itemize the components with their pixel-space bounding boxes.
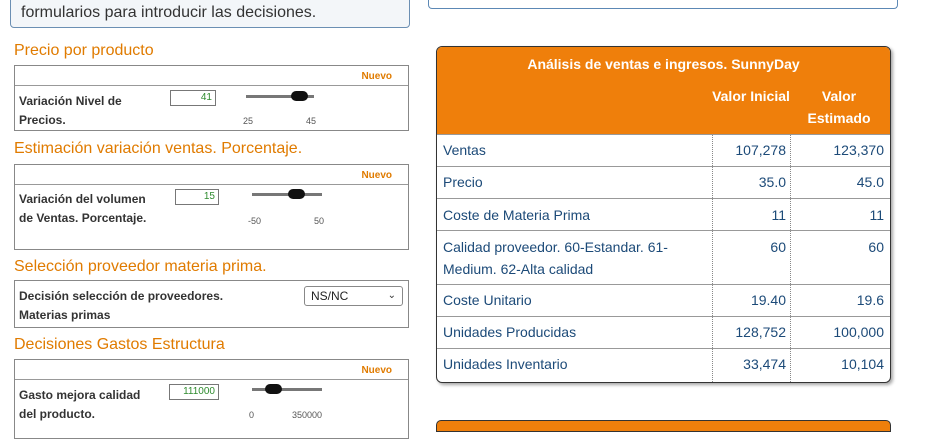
table-title: Análisis de ventas e ingresos. SunnyDay [527, 56, 800, 72]
section-title-precio: Precio por producto [14, 42, 154, 59]
row-inicial: 35.0 [758, 174, 786, 190]
panel-proveedor: Decisión selección de proveedores. Mater… [14, 280, 409, 328]
row-estimado: 100,000 [833, 324, 884, 340]
row-label: Unidades Inventario [443, 356, 568, 372]
table-row: Ventas 107,278 123,370 [437, 134, 890, 166]
row-inicial: 33,474 [743, 356, 786, 372]
row-estimado: 10,104 [841, 356, 884, 372]
row-label: Coste de Materia Prima [443, 207, 591, 223]
sales-analysis-table: Análisis de ventas e ingresos. SunnyDay … [436, 46, 891, 383]
col-valor-estimado: Valor Estimado [807, 88, 871, 126]
ventas-slider-max: 50 [314, 216, 325, 226]
chevron-down-icon: ⌄ [387, 290, 396, 301]
gastos-label: Gasto mejora calidad del producto. [19, 388, 141, 421]
precio-slider-thumb[interactable] [291, 91, 308, 101]
nuevo-badge: Nuevo [361, 170, 392, 181]
row-inicial: 60 [770, 239, 786, 255]
table-row: Unidades Producidas 128,752 100,000 [437, 316, 890, 348]
table-row: Coste de Materia Prima 11 11 [437, 198, 890, 231]
precio-slider-min: 25 [243, 116, 254, 126]
table-row: Coste Unitario 19.40 19.6 [437, 284, 890, 316]
panel-precio: Nuevo Variación Nivel de Precios. 41 25 … [14, 65, 409, 131]
table-header: Análisis de ventas e ingresos. SunnyDay … [437, 47, 890, 134]
row-label: Coste Unitario [443, 292, 532, 308]
row-inicial: 107,278 [735, 142, 786, 158]
instructions-text: formularios para introducir las decision… [21, 4, 317, 21]
nuevo-badge: Nuevo [361, 365, 392, 376]
section-title-gastos: Decisiones Gastos Estructura [14, 336, 225, 353]
proveedor-select[interactable]: NS/NC ⌄ [304, 286, 403, 306]
divider [15, 184, 408, 185]
table-row: Calidad proveedor. 60-Estandar. 61-Mediu… [437, 230, 890, 284]
row-estimado: 123,370 [833, 142, 884, 158]
precio-slider-max: 45 [306, 116, 317, 126]
row-inicial: 11 [771, 207, 786, 223]
divider [15, 85, 408, 86]
row-estimado: 11 [869, 207, 884, 223]
gastos-slider-min: 0 [249, 410, 255, 420]
row-estimado: 60 [868, 239, 884, 255]
row-label: Precio [443, 174, 483, 190]
gastos-value-input[interactable]: 111000 [169, 384, 219, 400]
nuevo-badge: Nuevo [361, 71, 392, 82]
instructions-box: formularios para introducir las decision… [10, 0, 410, 28]
next-table-header [436, 420, 891, 432]
row-inicial: 128,752 [735, 324, 786, 340]
panel-gastos: Nuevo Gasto mejora calidad del producto.… [14, 359, 409, 439]
ventas-slider-thumb[interactable] [288, 189, 305, 199]
ventas-slider-min: -50 [248, 216, 262, 226]
ventas-label: Variación del volumen de Ventas. Porcent… [19, 192, 147, 225]
proveedor-selected-value: NS/NC [311, 289, 349, 303]
row-label: Ventas [443, 142, 486, 158]
row-label: Calidad proveedor. 60-Estandar. 61-Mediu… [443, 239, 668, 277]
table-row: Precio 35.0 45.0 [437, 166, 890, 198]
proveedor-label: Decisión selección de proveedores. Mater… [19, 289, 224, 322]
row-label: Unidades Producidas [443, 324, 577, 340]
section-title-proveedor: Selección proveedor materia prima. [14, 258, 267, 275]
section-title-ventas: Estimación variación ventas. Porcentaje. [14, 140, 303, 157]
ventas-slider-track[interactable] [252, 193, 322, 196]
row-estimado: 45.0 [856, 174, 884, 190]
gastos-slider-track[interactable] [252, 388, 322, 391]
col-valor-inicial: Valor Inicial [712, 88, 790, 104]
ventas-value-input[interactable]: 15 [175, 189, 219, 205]
gastos-slider-max: 350000 [292, 410, 323, 420]
row-estimado: 19.6 [856, 292, 884, 308]
top-right-panel [428, 0, 898, 9]
row-inicial: 19.40 [750, 292, 786, 308]
gastos-slider-thumb[interactable] [265, 384, 282, 394]
divider [15, 379, 408, 380]
precio-value-input[interactable]: 41 [170, 90, 216, 106]
table-row: Unidades Inventario 33,474 10,104 [437, 348, 890, 382]
precio-label: Variación Nivel de Precios. [19, 94, 122, 127]
panel-ventas: Nuevo Variación del volumen de Ventas. P… [14, 164, 409, 250]
